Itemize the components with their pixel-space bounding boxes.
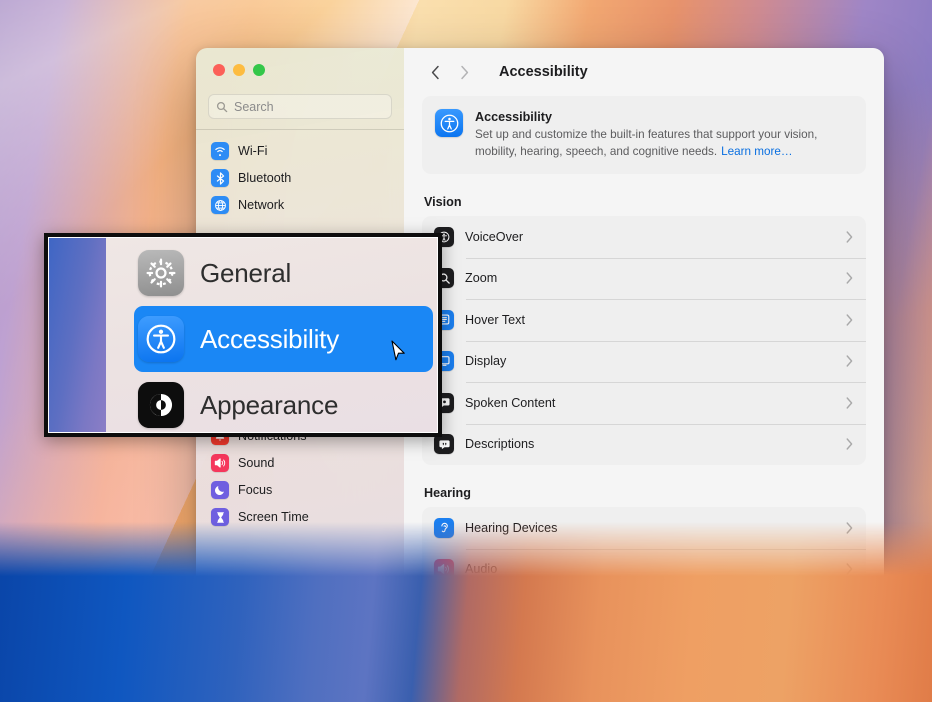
- magnified-item-general[interactable]: General: [106, 240, 437, 306]
- search-container: [196, 86, 404, 129]
- gear-icon: [138, 250, 184, 296]
- sidebar-item-label: Sound: [238, 456, 275, 470]
- traffic-light-buttons: [196, 48, 404, 86]
- search-box[interactable]: [208, 94, 392, 119]
- globe-icon: [211, 196, 229, 214]
- chevron-right-icon: [846, 314, 853, 326]
- magnified-item-label: Accessibility: [200, 323, 339, 354]
- close-button[interactable]: [213, 64, 225, 76]
- list-item-descriptions[interactable]: Descriptions: [422, 423, 866, 466]
- chevron-right-icon: [846, 231, 853, 243]
- search-input[interactable]: [234, 99, 384, 114]
- list-item-label: Zoom: [465, 271, 498, 286]
- list-item-display[interactable]: Display: [422, 340, 866, 383]
- magnified-wallpaper-strip: [49, 238, 106, 432]
- list-item-zoom[interactable]: Zoom: [422, 257, 866, 300]
- magnified-item-appearance[interactable]: Appearance: [106, 372, 437, 432]
- sidebar-item-label: Wi-Fi: [238, 144, 268, 158]
- desktop-wallpaper: Wi-Fi Bluetooth: [0, 0, 932, 702]
- section-title-vision: Vision: [424, 195, 462, 210]
- chevron-right-icon: [846, 397, 853, 409]
- list-item-voiceover[interactable]: VoiceOver: [422, 216, 866, 258]
- list-item-label: VoiceOver: [465, 229, 524, 244]
- chevron-right-icon: [846, 355, 853, 368]
- magnified-item-label: Appearance: [200, 389, 339, 420]
- list-item-label: Hearing Devices: [465, 520, 558, 535]
- section-title-hearing: Hearing: [424, 486, 471, 501]
- list-item-audio[interactable]: Audio: [422, 548, 866, 591]
- accessibility-info-card: Accessibility Set up and customize the b…: [422, 96, 866, 175]
- sidebar-item-screen-time[interactable]: Screen Time: [205, 504, 395, 531]
- speaker-icon: [434, 559, 454, 580]
- list-item-captions[interactable]: Captions: [422, 590, 866, 632]
- maximize-button[interactable]: [253, 64, 265, 76]
- sidebar-item-sound[interactable]: Sound: [205, 450, 395, 477]
- minimize-button[interactable]: [233, 64, 245, 76]
- info-card-title: Accessibility: [475, 110, 553, 124]
- vision-list: VoiceOver Zoom Hover Text Display Spoken…: [422, 216, 866, 466]
- accessibility-icon: [435, 109, 463, 137]
- detail-pane: Accessibility Accessibility Set up and c…: [404, 48, 884, 653]
- moon-icon: [211, 481, 229, 499]
- chevron-right-icon: [846, 563, 853, 576]
- chevron-right-icon: [846, 438, 853, 451]
- ear-icon: [434, 517, 454, 538]
- list-item-hearing-devices[interactable]: Hearing Devices: [422, 507, 866, 549]
- bluetooth-icon: [211, 169, 229, 187]
- list-item-label: Captions: [465, 603, 515, 618]
- sidebar-item-network[interactable]: Network: [205, 192, 395, 219]
- list-item-label: Descriptions: [465, 437, 535, 452]
- sidebar-group-notifications: Notifications Sound: [205, 423, 395, 531]
- chevron-right-icon: [846, 272, 853, 285]
- detail-body: Accessibility Set up and customize the b…: [404, 96, 884, 653]
- magnified-item-label: General: [200, 257, 292, 288]
- hourglass-icon: [211, 508, 229, 526]
- wifi-icon: [211, 142, 229, 160]
- list-item-label: Hover Text: [465, 312, 525, 327]
- sidebar-item-wifi[interactable]: Wi-Fi: [205, 138, 395, 165]
- sidebar-item-label: Focus: [238, 483, 273, 497]
- sidebar-item-label: Screen Time: [238, 510, 309, 524]
- info-card-description: Set up and customize the built-in featur…: [475, 127, 852, 160]
- chevron-right-icon: [846, 605, 853, 617]
- list-item-label: Spoken Content: [465, 395, 556, 410]
- list-item-label: Display: [465, 354, 507, 369]
- search-icon: [216, 101, 228, 112]
- appearance-icon: [138, 382, 184, 428]
- page-title: Accessibility: [499, 64, 588, 80]
- descriptions-icon: [434, 434, 454, 455]
- captions-icon: [434, 600, 454, 621]
- sidebar-item-label: Bluetooth: [238, 171, 292, 185]
- speaker-icon: [211, 454, 229, 472]
- hearing-list: Hearing Devices Audio Captions: [422, 507, 866, 632]
- info-text-block: Accessibility Set up and customize the b…: [475, 109, 852, 160]
- back-button[interactable]: [422, 59, 448, 85]
- sidebar-item-focus[interactable]: Focus: [205, 477, 395, 504]
- magnified-item-accessibility[interactable]: Accessibility: [134, 306, 433, 372]
- learn-more-link[interactable]: Learn more…: [721, 145, 792, 158]
- sidebar-divider: [196, 129, 413, 130]
- list-item-label: Audio: [465, 562, 498, 577]
- zoom-magnifier-overlay: General Accessibility Appearance: [44, 233, 442, 437]
- list-item-spoken-content[interactable]: Spoken Content: [422, 382, 866, 424]
- forward-button[interactable]: [451, 59, 477, 85]
- detail-header: Accessibility: [404, 48, 884, 96]
- sidebar-group-network: Wi-Fi Bluetooth Network: [205, 138, 395, 219]
- accessibility-icon: [138, 316, 184, 362]
- chevron-right-icon: [846, 522, 853, 534]
- list-item-hover-text[interactable]: Hover Text: [422, 299, 866, 341]
- magnifier-content: General Accessibility Appearance: [48, 237, 438, 433]
- sidebar-item-label: Network: [238, 198, 285, 212]
- sidebar-item-bluetooth[interactable]: Bluetooth: [205, 165, 395, 192]
